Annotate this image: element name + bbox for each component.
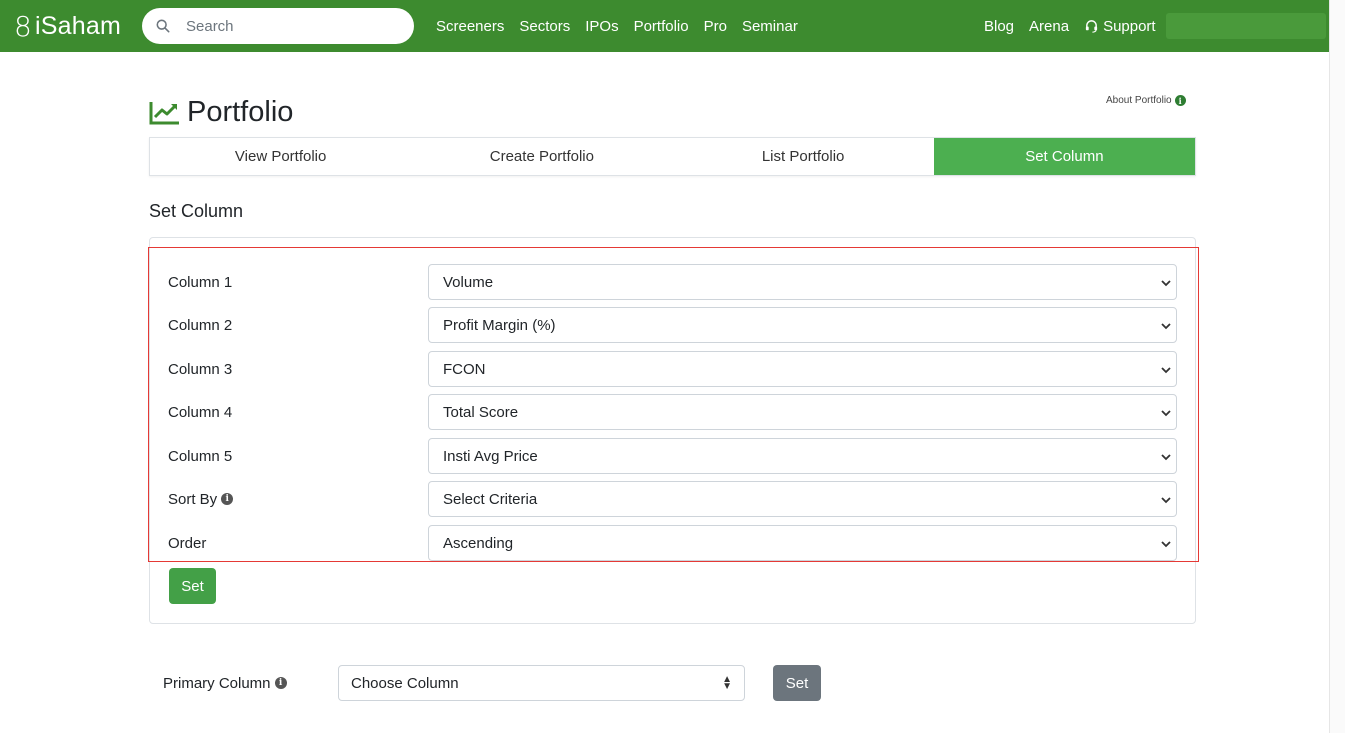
brand-name: iSaham xyxy=(35,12,121,40)
headset-icon xyxy=(1085,19,1098,33)
sort-by-select[interactable]: Select Criteria xyxy=(428,481,1177,517)
column-3-label: Column 3 xyxy=(168,360,233,378)
column-4-value: Total Score xyxy=(443,403,519,421)
info-icon: i xyxy=(1174,95,1186,106)
primary-set-button[interactable]: Set xyxy=(773,665,821,701)
primary-column-label: Primary Column xyxy=(163,674,271,692)
chevron-down-icon xyxy=(1161,280,1171,287)
support-label: Support xyxy=(1103,17,1156,35)
info-icon[interactable]: i xyxy=(221,493,234,505)
form-row-column-2: Column 2 Profit Margin (%) xyxy=(168,307,1178,343)
tab-create-portfolio[interactable]: Create Portfolio xyxy=(411,138,672,175)
chevron-down-icon xyxy=(1161,454,1171,461)
nav-sectors[interactable]: Sectors xyxy=(519,18,570,35)
tab-set-column[interactable]: Set Column xyxy=(933,138,1195,175)
order-value: Ascending xyxy=(443,534,514,552)
column-3-value: FCON xyxy=(443,360,486,378)
sort-by-label-wrap: Sort By i xyxy=(168,491,428,508)
column-1-select[interactable]: Volume xyxy=(428,264,1177,300)
updown-arrows-icon: ▲ ▼ xyxy=(722,674,732,692)
column-2-label: Column 2 xyxy=(168,316,233,334)
chevron-down-icon xyxy=(1161,497,1171,504)
nav-blog[interactable]: Blog xyxy=(984,18,1014,35)
nav-portfolio[interactable]: Portfolio xyxy=(634,18,689,35)
form-row-column-3: Column 3 FCON xyxy=(168,351,1178,387)
section-title: Set Column xyxy=(149,201,244,221)
main-nav: Screeners Sectors IPOs Portfolio Pro Sem… xyxy=(436,0,813,52)
nav-support[interactable]: Support xyxy=(1084,18,1156,35)
column-5-value: Insti Avg Price xyxy=(443,447,538,465)
form-row-column-5: Column 5 Insti Avg Price xyxy=(168,438,1178,474)
form-row-column-1: Column 1 Volume xyxy=(168,264,1178,300)
order-label: Order xyxy=(168,534,207,552)
nav-ipos[interactable]: IPOs xyxy=(585,18,618,35)
nav-arena[interactable]: Arena xyxy=(1029,18,1069,35)
page-title-text: Portfolio xyxy=(187,96,294,128)
chevron-down-icon xyxy=(1161,541,1171,548)
right-nav: Blog Arena Support xyxy=(984,0,1156,52)
column-4-label: Column 4 xyxy=(168,403,233,421)
column-3-select[interactable]: FCON xyxy=(428,351,1177,387)
nav-pro[interactable]: Pro xyxy=(704,18,727,35)
chevron-down-icon xyxy=(1161,323,1171,330)
chevron-down-icon xyxy=(1161,367,1171,374)
column-5-label: Column 5 xyxy=(168,447,233,465)
tab-view-portfolio[interactable]: View Portfolio xyxy=(150,138,411,175)
search-input[interactable] xyxy=(186,17,386,35)
page-title: Portfolio xyxy=(149,96,293,129)
primary-column-label-wrap: Primary Column i xyxy=(163,675,338,692)
user-account-area[interactable] xyxy=(1166,13,1326,39)
brand-logo[interactable]: 8 iSaham xyxy=(14,10,121,43)
column-4-select[interactable]: Total Score xyxy=(428,394,1177,430)
column-2-value: Profit Margin (%) xyxy=(443,316,556,334)
search-icon xyxy=(156,19,170,33)
primary-column-row: Primary Column i Choose Column ▲ ▼ Set xyxy=(163,665,821,701)
form-row-sort-by: Sort By i Select Criteria xyxy=(168,481,1178,517)
chevron-down-icon xyxy=(1161,410,1171,417)
sort-by-value: Select Criteria xyxy=(443,490,538,508)
brand-mark-icon: 8 xyxy=(14,10,33,43)
tab-list-portfolio[interactable]: List Portfolio xyxy=(673,138,934,175)
nav-seminar[interactable]: Seminar xyxy=(742,18,798,35)
sort-by-label: Sort By xyxy=(168,490,218,508)
chart-line-icon xyxy=(149,101,179,124)
form-row-order: Order Ascending xyxy=(168,525,1178,561)
search-box[interactable] xyxy=(142,8,414,44)
info-icon[interactable]: i xyxy=(274,677,287,689)
primary-column-select[interactable]: Choose Column ▲ ▼ xyxy=(338,665,745,701)
order-select[interactable]: Ascending xyxy=(428,525,1177,561)
portfolio-tabs: View Portfolio Create Portfolio List Por… xyxy=(149,137,1196,176)
set-button[interactable]: Set xyxy=(169,568,216,604)
top-navbar: 8 iSaham Screeners Sectors IPOs Portfoli… xyxy=(0,0,1329,52)
column-2-select[interactable]: Profit Margin (%) xyxy=(428,307,1177,343)
column-1-label: Column 1 xyxy=(168,273,233,291)
form-row-column-4: Column 4 Total Score xyxy=(168,394,1178,430)
about-portfolio-link[interactable]: About Portfolio i xyxy=(1106,95,1186,106)
about-portfolio-label: About Portfolio xyxy=(1106,95,1172,106)
page-scrollbar[interactable] xyxy=(1329,0,1345,733)
primary-column-value: Choose Column xyxy=(351,674,459,692)
column-1-value: Volume xyxy=(443,273,494,291)
nav-screeners[interactable]: Screeners xyxy=(436,18,504,35)
column-5-select[interactable]: Insti Avg Price xyxy=(428,438,1177,474)
